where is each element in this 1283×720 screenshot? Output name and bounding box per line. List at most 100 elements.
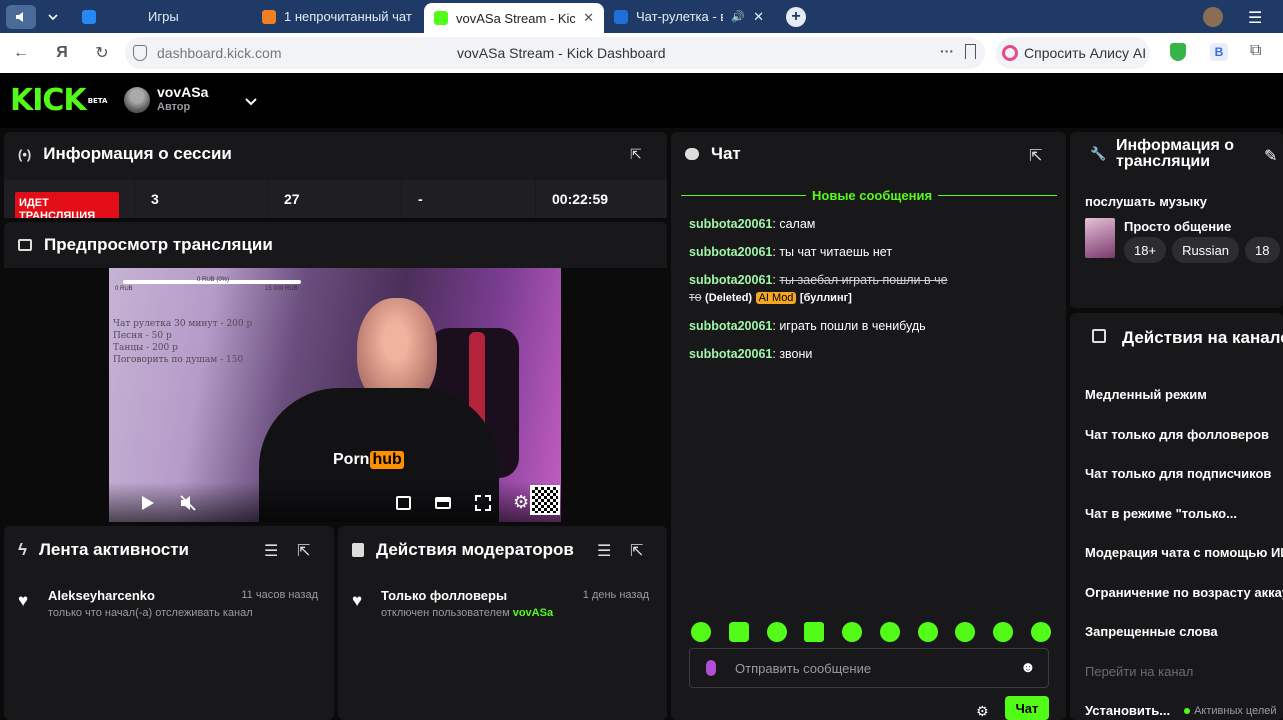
- action-raid-channel[interactable]: Перейти на канал: [1085, 652, 1283, 692]
- more-icon[interactable]: ···: [940, 43, 954, 59]
- emote-bar: [691, 622, 1051, 642]
- chevron-down-icon: [48, 13, 58, 20]
- tab-vk[interactable]: Игры: [72, 0, 252, 33]
- reload-icon[interactable]: ↻: [92, 43, 112, 63]
- stat-viewers: 3: [135, 180, 267, 218]
- shield-check-icon[interactable]: [1170, 43, 1186, 61]
- mute-icon[interactable]: [179, 494, 197, 512]
- emote-icon[interactable]: [766, 622, 787, 642]
- channel-actions-panel: Действия на канале Медленный режим Чат т…: [1070, 313, 1283, 720]
- mod-action-by[interactable]: vovASa: [513, 607, 553, 619]
- close-icon[interactable]: ✕: [753, 9, 764, 25]
- filter-icon[interactable]: ☰: [264, 541, 278, 561]
- chat-send-button[interactable]: Чат: [1005, 696, 1049, 720]
- action-set-goal[interactable]: Установить... Активных целей: [1085, 691, 1283, 720]
- tag-list: 18+Russian18R: [1124, 237, 1283, 263]
- broadcast-icon: (•): [18, 146, 32, 162]
- profile-avatar[interactable]: [1203, 7, 1223, 27]
- tab-kick-dashboard[interactable]: vovASa Stream - Kick D ✕: [424, 3, 604, 33]
- speaker-icon: [16, 11, 23, 22]
- chat-message-list: subbota20061: салам subbota20061: ты чат…: [689, 216, 1049, 374]
- action-followers-only[interactable]: Чат только для фолловеров: [1085, 415, 1283, 455]
- new-tab-button[interactable]: +: [786, 6, 806, 27]
- ok-icon: [262, 9, 276, 24]
- expand-icon[interactable]: ⇱: [1029, 146, 1042, 166]
- emoji-icon[interactable]: ☻: [1020, 659, 1036, 676]
- stat-value: -: [418, 191, 423, 207]
- mod-action-time: 1 день назад: [582, 589, 649, 601]
- activity-user: Alekseyharcenko: [48, 588, 155, 603]
- chat-username[interactable]: subbota20061: [689, 347, 772, 361]
- overlay-line: Танцы - 200 р: [113, 343, 178, 353]
- extensions-icon[interactable]: ⧉: [1250, 42, 1261, 60]
- chat-input[interactable]: Отправить сообщение ☻: [689, 648, 1049, 688]
- theater-icon[interactable]: [435, 497, 451, 509]
- chat-username[interactable]: subbota20061: [689, 319, 772, 333]
- chat-username[interactable]: subbota20061: [689, 245, 772, 259]
- video-player[interactable]: 0 RUB 0 RUB (0%) 15 000 RUB Чат рулетка …: [109, 268, 561, 522]
- expand-icon[interactable]: ⇱: [630, 541, 643, 561]
- kick-icon: [434, 11, 448, 25]
- back-icon[interactable]: ←: [11, 43, 31, 63]
- activity-time: 11 часов назад: [241, 589, 318, 601]
- bookmark-icon[interactable]: [965, 44, 976, 59]
- emote-icon[interactable]: [842, 622, 863, 642]
- close-icon[interactable]: ✕: [583, 10, 594, 26]
- channel-actions-list: Медленный режим Чат только для фолловеро…: [1085, 375, 1283, 720]
- goal-status: Активных целей: [1194, 704, 1277, 717]
- microphone-icon[interactable]: [706, 660, 716, 676]
- category-thumbnail[interactable]: [1085, 218, 1115, 258]
- emote-icon[interactable]: [804, 622, 825, 642]
- action-banned-words[interactable]: Запрещенные слова: [1085, 612, 1283, 652]
- action-subscribers-only[interactable]: Чат только для подписчиков: [1085, 454, 1283, 494]
- play-icon[interactable]: [141, 495, 155, 511]
- emote-icon[interactable]: [1030, 622, 1051, 642]
- tab-chatroulette[interactable]: Чат-рулетка - видео 🔊 ✕: [604, 0, 774, 33]
- alice-button[interactable]: Спросить Алису AI: [996, 37, 1150, 69]
- chat-username[interactable]: subbota20061: [689, 217, 772, 231]
- filter-icon[interactable]: ☰: [597, 541, 611, 561]
- avatar[interactable]: [124, 87, 150, 113]
- emote-icon[interactable]: [917, 622, 938, 642]
- overlay-text: 0 RUB: [115, 286, 133, 292]
- extension-b-icon[interactable]: B: [1210, 43, 1228, 61]
- server-icon: [1092, 329, 1106, 343]
- stat-followers: 27: [268, 180, 401, 218]
- activity-feed-title: Лента активности: [39, 540, 190, 559]
- logo-text: KICK: [10, 83, 87, 118]
- mod-actions-title: Действия модераторов: [376, 540, 574, 559]
- chat-settings-icon[interactable]: ⚙: [976, 703, 989, 720]
- tab-list-button[interactable]: [40, 5, 66, 29]
- edit-icon[interactable]: ✎: [1264, 146, 1277, 166]
- emote-icon[interactable]: [879, 622, 900, 642]
- chat-text: ты чат читаешь нет: [779, 245, 893, 259]
- action-emote-only[interactable]: Чат в режиме "только...: [1085, 494, 1283, 534]
- chat-username[interactable]: subbota20061: [689, 273, 772, 287]
- chevron-down-icon[interactable]: [243, 93, 259, 109]
- emote-icon[interactable]: [728, 622, 749, 642]
- menu-icon[interactable]: ☰: [1248, 8, 1262, 28]
- overlay-text: 0 RUB (0%): [197, 277, 230, 283]
- kick-logo[interactable]: KICK BETA: [10, 86, 107, 116]
- pip-icon[interactable]: [396, 496, 411, 510]
- stat-value: 27: [284, 191, 300, 207]
- stream-info-panel: 🔧 Информация о трансляции ✎ послушать му…: [1070, 132, 1283, 308]
- emote-icon[interactable]: [993, 622, 1014, 642]
- action-slow-mode[interactable]: Медленный режим: [1085, 375, 1283, 415]
- gear-icon[interactable]: ⚙: [513, 492, 529, 513]
- stat-duration: 00:22:59: [536, 180, 667, 218]
- tag-pill: 18+: [1124, 237, 1167, 263]
- fullscreen-icon[interactable]: [475, 495, 491, 511]
- expand-icon[interactable]: ⇱: [297, 541, 310, 561]
- tab-chat[interactable]: 1 непрочитанный чат: [252, 0, 424, 33]
- reason-tag: [буллинг]: [799, 292, 852, 304]
- action-ai-moderation[interactable]: Модерация чата с помощью ИИ: [1085, 533, 1283, 573]
- sidebar-toggle-button[interactable]: [6, 4, 36, 29]
- action-account-age[interactable]: Ограничение по возрасту аккаунта: [1085, 573, 1283, 613]
- yandex-icon[interactable]: Я: [52, 43, 72, 63]
- category-name[interactable]: Просто общение: [1124, 219, 1231, 234]
- document-icon: [352, 543, 364, 557]
- expand-icon[interactable]: ⇱: [630, 146, 642, 163]
- emote-icon[interactable]: [955, 622, 976, 642]
- emote-icon[interactable]: [691, 622, 711, 642]
